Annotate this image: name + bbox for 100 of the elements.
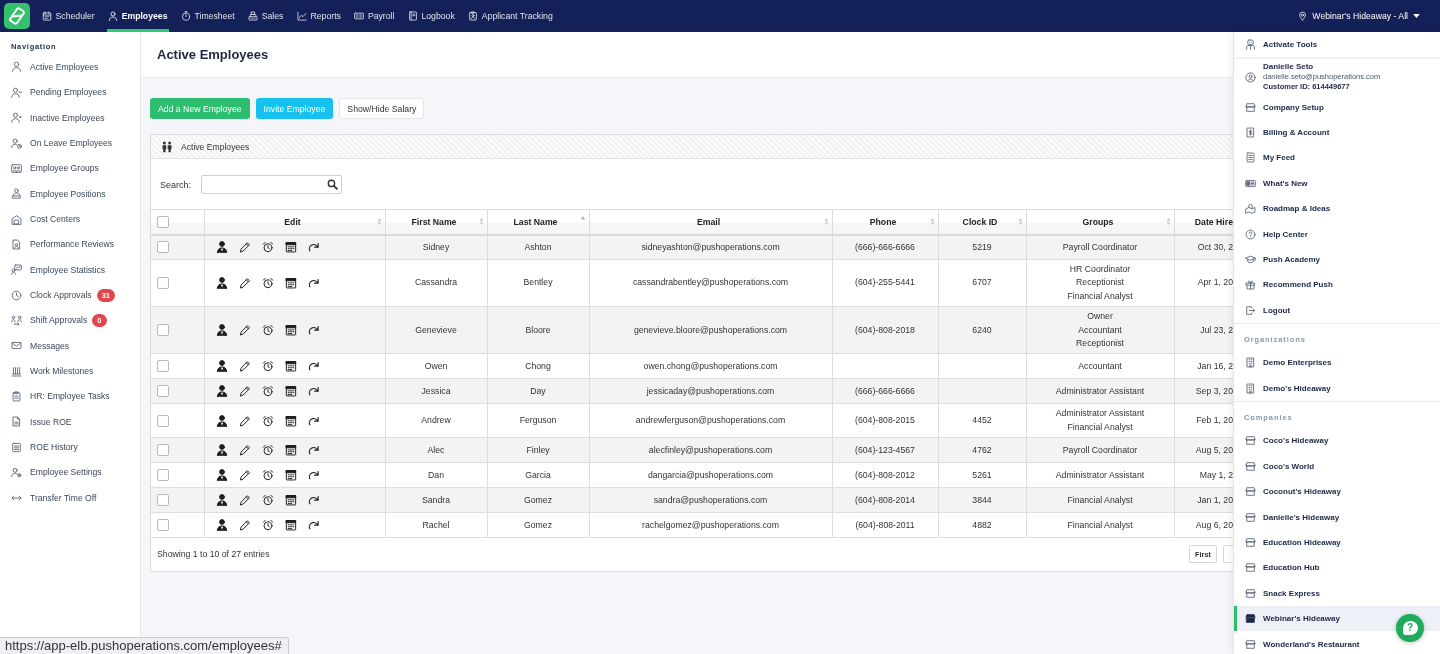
sidebar-item[interactable]: Employee Settings xyxy=(0,459,140,486)
sidebar-item[interactable]: Messages xyxy=(0,333,140,359)
redo-arrow-icon[interactable] xyxy=(307,277,320,290)
calendar-icon[interactable] xyxy=(284,494,297,507)
company-item[interactable]: Coco's Hideaway xyxy=(1234,428,1440,454)
column-header[interactable]: Email xyxy=(589,209,832,235)
sidebar-item[interactable]: Employee Statistics xyxy=(0,257,140,283)
alarm-clock-icon[interactable] xyxy=(261,519,274,532)
pencil-icon[interactable] xyxy=(238,444,251,457)
pencil-icon[interactable] xyxy=(238,324,251,337)
nav-tab[interactable]: Sales xyxy=(247,0,285,32)
logo-icon[interactable] xyxy=(4,3,30,29)
nav-tab[interactable]: Applicant Tracking xyxy=(467,0,554,32)
pencil-icon[interactable] xyxy=(238,360,251,373)
company-item[interactable]: Snack Express xyxy=(1234,580,1440,606)
redo-arrow-icon[interactable] xyxy=(307,444,320,457)
column-header[interactable]: First Name xyxy=(385,209,487,235)
calendar-icon[interactable] xyxy=(284,241,297,254)
businessman-icon[interactable] xyxy=(215,414,228,427)
calendar-icon[interactable] xyxy=(284,414,297,427)
column-header[interactable]: Edit xyxy=(204,209,385,235)
alarm-clock-icon[interactable] xyxy=(261,241,274,254)
search-field[interactable] xyxy=(201,175,343,194)
alarm-clock-icon[interactable] xyxy=(261,494,274,507)
businessman-icon[interactable] xyxy=(215,277,228,290)
company-item[interactable]: Education Hideaway xyxy=(1234,529,1440,556)
nav-tab[interactable]: Logbook xyxy=(406,0,456,32)
alarm-clock-icon[interactable] xyxy=(261,360,274,373)
pencil-icon[interactable] xyxy=(238,385,251,398)
menu-item[interactable]: Roadmap & Ideas xyxy=(1234,195,1440,222)
row-checkbox[interactable] xyxy=(157,414,169,427)
redo-arrow-icon[interactable] xyxy=(307,241,320,254)
sidebar-item[interactable]: Employee Groups xyxy=(0,155,140,181)
row-checkbox[interactable] xyxy=(157,494,169,507)
sidebar-item[interactable]: Inactive Employees xyxy=(0,105,140,131)
alarm-clock-icon[interactable] xyxy=(261,414,274,427)
row-checkbox[interactable] xyxy=(157,469,169,482)
organization-item[interactable]: Demo's Hideaway xyxy=(1234,375,1440,401)
sidebar-item[interactable]: Active Employees xyxy=(0,54,140,80)
column-header[interactable]: Last Name xyxy=(487,209,589,235)
sidebar-item[interactable]: On Leave Employees xyxy=(0,130,140,156)
calendar-icon[interactable] xyxy=(284,519,297,532)
alarm-clock-icon[interactable] xyxy=(261,444,274,457)
redo-arrow-icon[interactable] xyxy=(307,494,320,507)
row-checkbox[interactable] xyxy=(157,444,169,457)
menu-item[interactable]: Recommend Push xyxy=(1234,272,1440,298)
calendar-icon[interactable] xyxy=(284,444,297,457)
businessman-icon[interactable] xyxy=(215,324,228,337)
nav-tab[interactable]: Reports xyxy=(295,0,342,32)
businessman-icon[interactable] xyxy=(215,519,228,532)
column-header[interactable]: Phone xyxy=(832,209,938,235)
row-checkbox[interactable] xyxy=(157,277,169,290)
column-header[interactable]: Groups xyxy=(1026,209,1174,235)
redo-arrow-icon[interactable] xyxy=(307,385,320,398)
pencil-icon[interactable] xyxy=(238,519,251,532)
column-header[interactable]: Date Hire xyxy=(1174,209,1233,235)
calendar-icon[interactable] xyxy=(284,385,297,398)
company-item[interactable]: Coco's World xyxy=(1234,453,1440,480)
location-selector[interactable]: Webinar's Hideaway - All xyxy=(1298,11,1420,21)
row-checkbox[interactable] xyxy=(157,324,169,337)
redo-arrow-icon[interactable] xyxy=(307,324,320,337)
company-item[interactable]: Education Hub xyxy=(1234,555,1440,581)
pencil-icon[interactable] xyxy=(238,469,251,482)
menu-item[interactable]: Logout xyxy=(1234,297,1440,323)
redo-arrow-icon[interactable] xyxy=(307,414,320,427)
nav-tab[interactable]: Scheduler xyxy=(41,0,96,32)
sidebar-item[interactable]: HR: Employee Tasks xyxy=(0,383,140,410)
action-button[interactable]: Show/Hide Salary xyxy=(339,98,425,119)
column-header[interactable]: Clock ID xyxy=(938,209,1026,235)
sidebar-item[interactable]: Work Milestones xyxy=(0,358,140,384)
businessman-icon[interactable] xyxy=(215,241,228,254)
menu-item[interactable]: My Feed xyxy=(1234,145,1440,171)
redo-arrow-icon[interactable] xyxy=(307,519,320,532)
redo-arrow-icon[interactable] xyxy=(307,360,320,373)
sidebar-item[interactable]: Performance Reviews xyxy=(0,231,140,258)
pencil-icon[interactable] xyxy=(238,241,251,254)
menu-item[interactable]: Company Setup xyxy=(1234,94,1440,120)
businessman-icon[interactable] xyxy=(215,494,228,507)
sidebar-item[interactable]: Transfer Time Off xyxy=(0,485,140,511)
organization-item[interactable]: Demo Enterprises xyxy=(1234,350,1440,376)
calendar-icon[interactable] xyxy=(284,277,297,290)
businessman-icon[interactable] xyxy=(215,360,228,373)
row-checkbox[interactable] xyxy=(157,385,169,398)
businessman-icon[interactable] xyxy=(215,444,228,457)
pencil-icon[interactable] xyxy=(238,277,251,290)
sidebar-item[interactable]: ROE History xyxy=(0,434,140,460)
select-all-checkbox[interactable] xyxy=(157,215,169,228)
alarm-clock-icon[interactable] xyxy=(261,469,274,482)
menu-item[interactable]: Help Center xyxy=(1234,221,1440,247)
row-checkbox[interactable] xyxy=(157,360,169,373)
pencil-icon[interactable] xyxy=(238,494,251,507)
nav-tab[interactable]: Payroll xyxy=(353,0,396,32)
company-item[interactable]: Danielle's Hideaway xyxy=(1234,504,1440,530)
redo-arrow-icon[interactable] xyxy=(307,469,320,482)
sidebar-item[interactable]: Issue ROE xyxy=(0,409,140,435)
menu-item[interactable]: Billing & Account xyxy=(1234,119,1440,146)
sidebar-item[interactable]: Cost Centers xyxy=(0,206,140,232)
pencil-icon[interactable] xyxy=(238,414,251,427)
nav-tab[interactable]: Timesheet xyxy=(180,0,236,32)
calendar-icon[interactable] xyxy=(284,469,297,482)
